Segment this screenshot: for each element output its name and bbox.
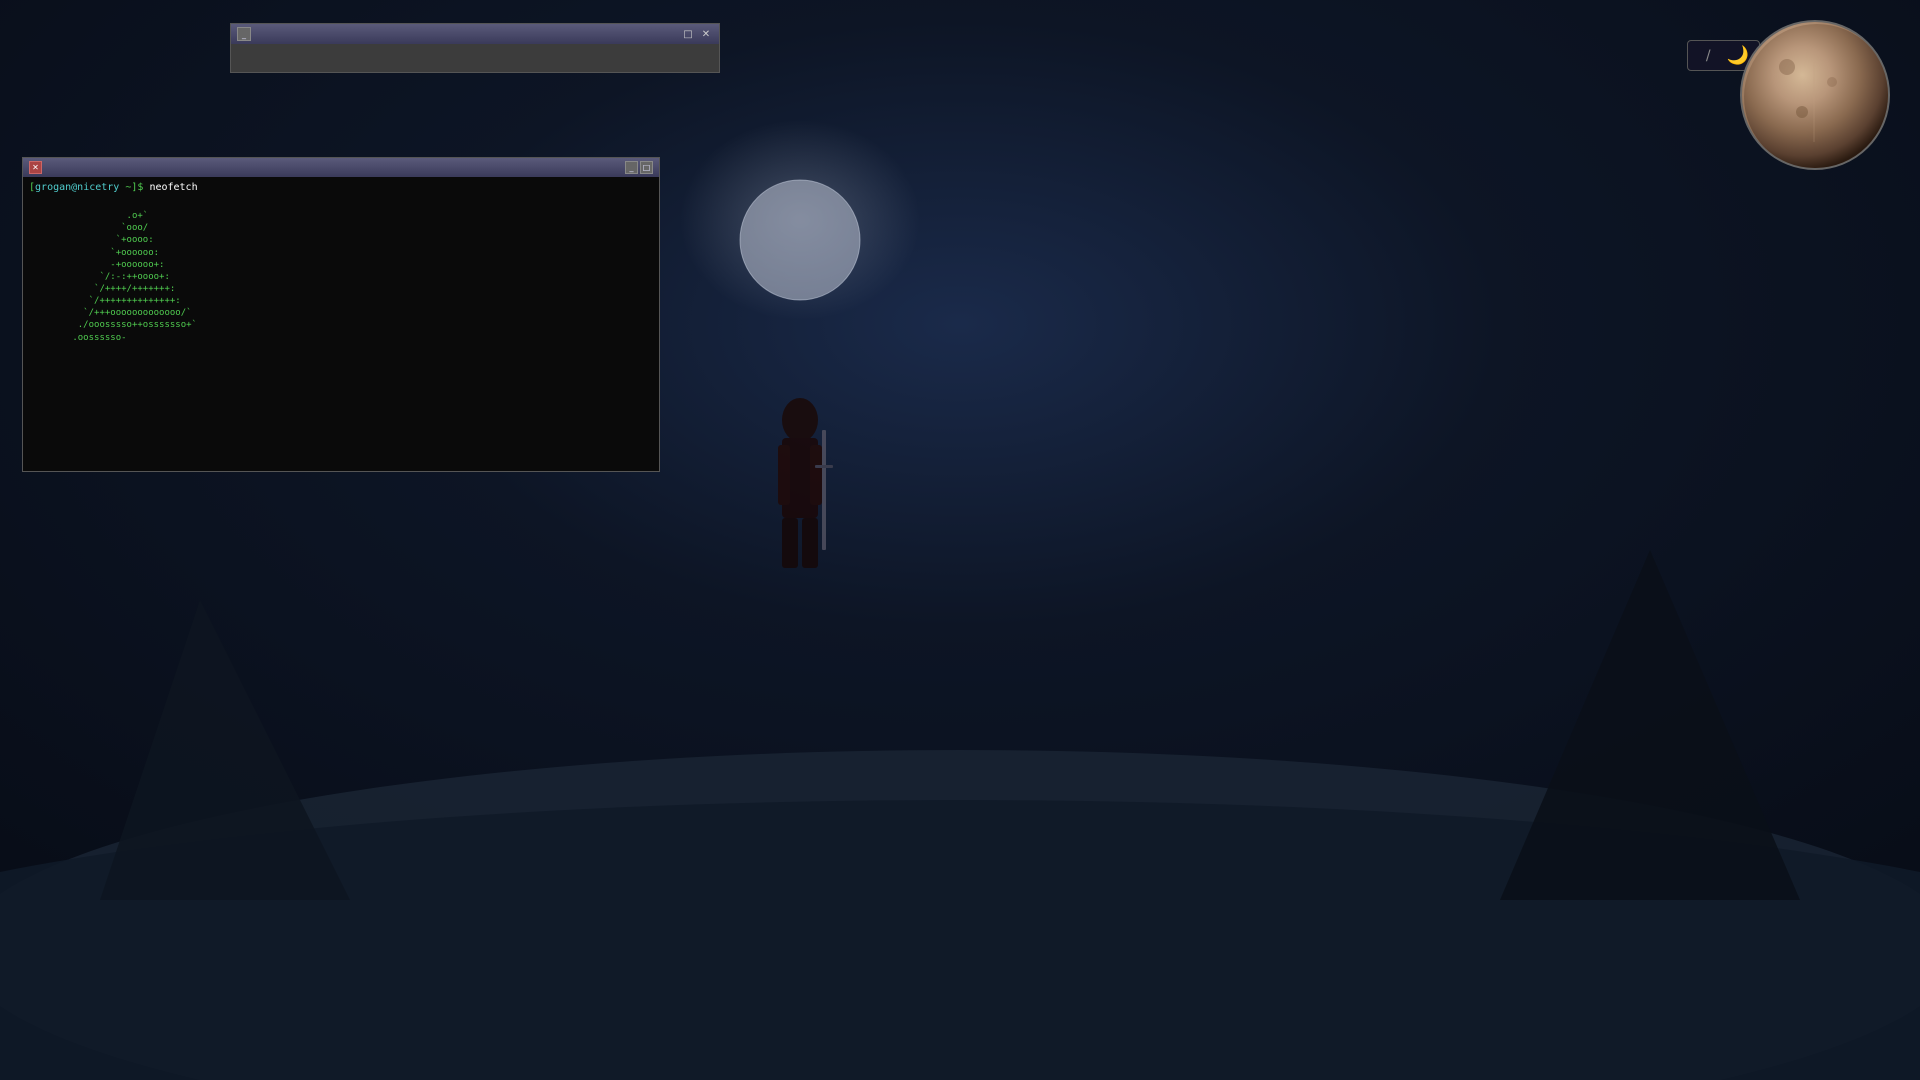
weather-separator: /: [1706, 48, 1711, 64]
weather-icon: 🌙: [1727, 45, 1749, 66]
neofetch-art: .o+` `ooo/ `+oooo: `+oooooo: -+oooooo+: …: [29, 198, 197, 344]
gimp-close-btn[interactable]: ✕: [699, 27, 713, 41]
gimp-menu-edit[interactable]: [247, 46, 259, 50]
gimp-main-window: _ □ ✕: [230, 23, 720, 73]
gimp-menu-select[interactable]: [259, 46, 271, 50]
gimp-menu-colors[interactable]: [307, 46, 319, 50]
term-prompt-2: ~]$: [119, 182, 149, 193]
moon-widget: [1740, 20, 1890, 170]
terminal-titlebar: ✕ _ □: [23, 158, 659, 177]
gimp-menu-help[interactable]: [355, 46, 367, 50]
term-username-1: grogan@nicetry: [35, 182, 119, 193]
terminal-max-btn[interactable]: □: [640, 161, 653, 174]
terminal-min-btn[interactable]: _: [625, 161, 638, 174]
terminal-window[interactable]: ✕ _ □ [grogan@nicetry ~]$ neofetch .o+` …: [22, 157, 660, 472]
gimp-menu-file[interactable]: [235, 46, 247, 50]
term-command: neofetch: [149, 182, 197, 193]
gimp-maximize-btn[interactable]: □: [681, 27, 695, 41]
terminal-content[interactable]: [grogan@nicetry ~]$ neofetch .o+` `ooo/ …: [23, 177, 659, 466]
gimp-menu-tools[interactable]: [319, 46, 331, 50]
gimp-titlebar: _ □ ✕: [231, 24, 719, 44]
gimp-menu-windows[interactable]: [343, 46, 355, 50]
gimp-menu-filters[interactable]: [331, 46, 343, 50]
terminal-close-btn[interactable]: ✕: [29, 161, 42, 174]
gimp-menu-image[interactable]: [283, 46, 295, 50]
gimp-minimize-btn[interactable]: _: [237, 27, 251, 41]
gimp-menu-layer[interactable]: [295, 46, 307, 50]
gimp-menu-bar: [231, 44, 719, 52]
gimp-menu-view[interactable]: [271, 46, 283, 50]
